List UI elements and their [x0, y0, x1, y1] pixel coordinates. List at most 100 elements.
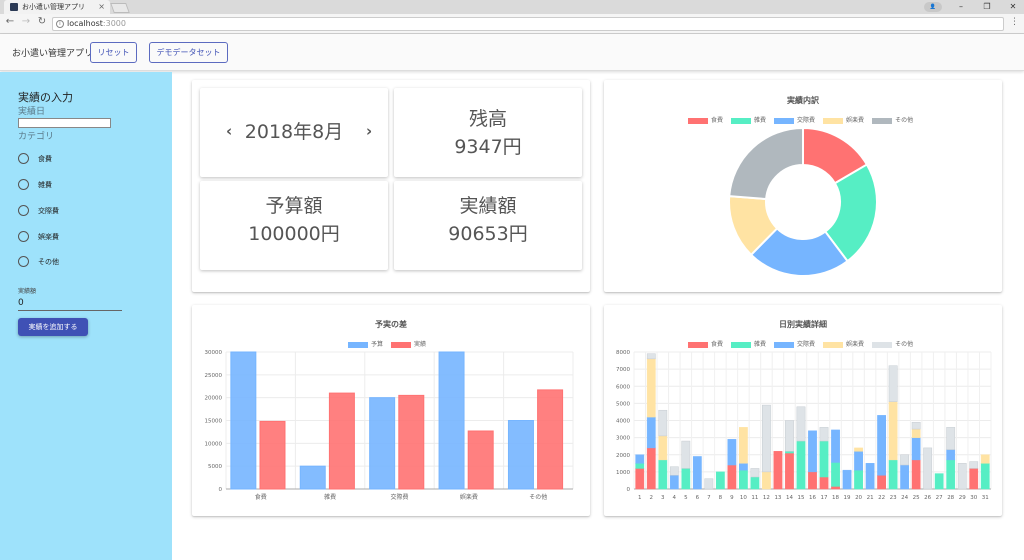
bar-day-31-娯楽費: [980, 454, 990, 464]
radio-circle-icon[interactable]: [18, 231, 29, 242]
bar-day-4-その他: [669, 466, 679, 476]
bar-day-4-交際費: [669, 475, 679, 490]
bar-day-25-娯楽費: [911, 428, 921, 438]
bar-day-2-食費: [646, 447, 656, 490]
bar-day-9-交際費: [727, 439, 737, 466]
bar-day-21-交際費: [865, 463, 875, 490]
x-tick-label: 20: [855, 495, 862, 501]
radio-circle-icon[interactable]: [18, 179, 29, 190]
bar-day-3-娯楽費: [658, 435, 668, 461]
browser-menu-icon[interactable]: ⋮: [1010, 17, 1019, 27]
y-tick-label: 25000: [205, 373, 223, 379]
reset-button[interactable]: リセット: [90, 42, 137, 63]
browser-tab[interactable]: お小遣い管理アプリ ×: [4, 0, 110, 14]
bar-day-16-食費: [808, 471, 817, 490]
bar-day-10-娯楽費: [739, 427, 748, 464]
actual-label: 実績額: [459, 195, 517, 217]
bar-day-11-雑費: [750, 476, 760, 490]
close-tab-icon[interactable]: ×: [98, 0, 105, 14]
bar-day-20-娯楽費: [854, 447, 863, 452]
balance-label: 残高: [468, 108, 507, 130]
bar-day-9-食費: [727, 464, 737, 490]
bar-食費-実績: [259, 420, 286, 490]
radio-label: 交際費: [38, 207, 59, 215]
y-tick-label: 0: [627, 487, 631, 493]
x-tick-label: 30: [970, 495, 977, 501]
minimize-icon[interactable]: –: [950, 0, 972, 14]
y-tick-label: 1000: [616, 470, 630, 476]
maximize-icon[interactable]: ❐: [976, 0, 998, 14]
bar-day-18-雑費: [831, 462, 840, 487]
bar-day-28-交際費: [946, 449, 956, 461]
reload-icon[interactable]: ↻: [36, 16, 48, 27]
x-tick-label: 16: [809, 495, 816, 501]
x-tick-label: 8: [719, 495, 723, 501]
bar-day-24-交際費: [900, 464, 910, 490]
bar-day-19-交際費: [842, 469, 852, 490]
bar-day-2-その他: [646, 353, 656, 360]
url-input[interactable]: i localhost:3000: [52, 17, 1004, 31]
bar-day-31-雑費: [980, 463, 990, 490]
radio-social[interactable]: 交際費: [18, 205, 59, 219]
x-tick-label: 交際費: [390, 493, 408, 501]
new-tab-button[interactable]: [110, 3, 130, 13]
x-tick-label: 21: [867, 495, 874, 501]
bar-day-25-食費: [911, 459, 921, 490]
y-tick-label: 7000: [616, 367, 630, 373]
bar-day-14-その他: [785, 420, 794, 452]
bar-day-17-雑費: [819, 440, 829, 478]
url-port: :3000: [102, 19, 126, 28]
radio-other[interactable]: その他: [18, 256, 59, 270]
add-record-button[interactable]: 実績を追加する: [18, 318, 88, 336]
bar-day-29-その他: [957, 463, 967, 490]
x-tick-label: 9: [730, 495, 734, 501]
bar-day-23-娯楽費: [888, 401, 898, 461]
month-tile: ‹ 2018年8月 ›: [200, 88, 388, 177]
info-icon[interactable]: i: [56, 20, 64, 28]
bar-day-3-その他: [658, 409, 668, 437]
sidebar: 実績の入力 実績日 カテゴリ 食費 雑費 交際費 娯楽費 その他 実績額 0 実…: [0, 72, 172, 560]
radio-circle-icon[interactable]: [18, 153, 29, 164]
back-icon[interactable]: ←: [4, 16, 16, 27]
bar-day-5-雑費: [681, 468, 691, 490]
x-tick-label: 3: [661, 495, 665, 501]
amount-label: 実績額: [18, 288, 37, 295]
bar-day-12-娯楽費: [762, 471, 771, 490]
radio-entertainment[interactable]: 娯楽費: [18, 231, 59, 245]
bar-day-14-雑費: [785, 451, 794, 454]
next-month-button[interactable]: ›: [366, 122, 372, 140]
x-tick-label: 15: [797, 495, 804, 501]
bar-day-10-雑費: [739, 469, 748, 490]
demo-data-button[interactable]: デモデータセット: [149, 42, 228, 63]
date-input[interactable]: [18, 118, 111, 128]
radio-circle-icon[interactable]: [18, 256, 29, 267]
bar-day-23-雑費: [888, 459, 898, 490]
bar-day-20-交際費: [854, 451, 863, 471]
profile-icon[interactable]: 👤: [924, 2, 942, 12]
bar-day-30-その他: [969, 461, 979, 469]
bar-day-1-食費: [635, 468, 645, 490]
x-tick-label: 13: [774, 495, 781, 501]
radio-food[interactable]: 食費: [18, 153, 52, 167]
bar-day-1-雑費: [635, 463, 645, 469]
y-tick-label: 4000: [616, 419, 630, 425]
bar-day-2-娯楽費: [646, 358, 656, 418]
y-tick-label: 15000: [205, 419, 223, 425]
x-tick-label: その他: [529, 493, 547, 501]
bar-day-17-その他: [819, 427, 829, 442]
close-window-icon[interactable]: ✕: [1002, 0, 1024, 14]
bar-day-23-その他: [888, 365, 898, 402]
bar-交際費-予算: [369, 397, 396, 490]
forward-icon[interactable]: →: [20, 16, 32, 27]
bar-day-30-食費: [969, 468, 979, 490]
y-tick-label: 2000: [616, 453, 630, 459]
bar-day-15-雑費: [796, 440, 806, 490]
bar-day-17-食費: [819, 476, 829, 490]
radio-circle-icon[interactable]: [18, 205, 29, 216]
donut-chart: [728, 126, 878, 277]
x-tick-label: 2: [650, 495, 654, 501]
y-tick-label: 5000: [616, 401, 630, 407]
radio-misc[interactable]: 雑費: [18, 179, 52, 193]
x-tick-label: 11: [751, 495, 758, 501]
amount-input[interactable]: 0: [18, 298, 122, 311]
